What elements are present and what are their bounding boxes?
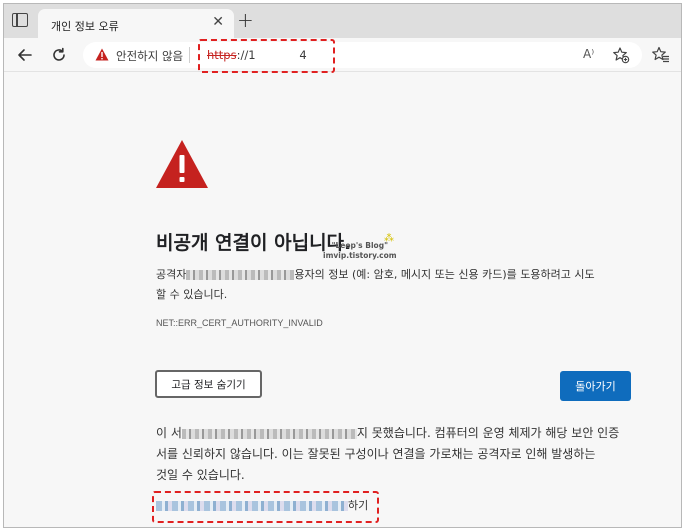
details-line2: 서를 신뢰하지 않습니다. 이는 잘못된 구성이나 연결을 가로채는 공격자로 … bbox=[156, 447, 596, 461]
details-prefix: 이 서 bbox=[156, 426, 182, 440]
new-tab-button[interactable]: + bbox=[237, 10, 254, 30]
warning-icon[interactable] bbox=[95, 48, 109, 61]
watermark: "Leop's Blog" imvip.tistory.com bbox=[323, 241, 397, 261]
favorites-icon[interactable] bbox=[652, 46, 670, 64]
insecure-label[interactable]: 안전하지 않음 bbox=[116, 48, 183, 64]
warning-icon bbox=[156, 140, 208, 188]
watermark-line2: imvip.tistory.com bbox=[323, 251, 397, 260]
advanced-button[interactable]: 고급 정보 숨기기 bbox=[155, 370, 262, 398]
blurred-host bbox=[181, 428, 357, 439]
error-code: NET::ERR_CERT_AUTHORITY_INVALID bbox=[156, 318, 323, 328]
address-bar[interactable]: 안전하지 않음 https://1 4 A⁾ bbox=[83, 42, 642, 68]
description: 공격자 용자의 정보 (예: 암호, 메시지 또는 신용 카드)를 도용하려고 시… bbox=[156, 265, 634, 305]
desc-prefix: 공격자 bbox=[156, 268, 187, 281]
error-page: 비공개 연결이 아닙니다. "Leop's Blog" imvip.tistor… bbox=[4, 73, 681, 527]
add-favorite-icon[interactable] bbox=[612, 46, 630, 64]
details-line3: 것일 수 있습니다. bbox=[156, 468, 245, 482]
back-arrow-icon bbox=[18, 49, 32, 61]
blurred-host bbox=[186, 270, 295, 280]
read-aloud-icon[interactable]: A⁾ bbox=[583, 47, 594, 61]
page-title: 비공개 연결이 아닙니다. bbox=[156, 232, 352, 254]
back-button[interactable] bbox=[14, 44, 36, 66]
details-text: 이 서 지 못했습니다. 컴퓨터의 운영 체제가 해당 보안 인증 서를 신뢰하지… bbox=[156, 423, 634, 486]
url-highlight bbox=[198, 39, 335, 73]
desc-middle: 용자의 정보 (예: 암호, 메시지 또는 신용 카드)를 도용하려고 시도 bbox=[294, 268, 595, 281]
refresh-button[interactable] bbox=[48, 44, 70, 66]
close-icon[interactable]: ✕ bbox=[212, 15, 224, 29]
details-middle: 지 못했습니다. 컴퓨터의 운영 체제가 해당 보안 인증 bbox=[356, 426, 620, 440]
address-separator bbox=[189, 47, 190, 63]
desc-line2: 할 수 있습니다. bbox=[156, 288, 228, 301]
tab-actions-icon[interactable] bbox=[12, 13, 28, 27]
sparkle-icon: ⁂ bbox=[384, 233, 394, 244]
proceed-highlight bbox=[152, 491, 379, 523]
refresh-icon bbox=[53, 47, 65, 61]
back-to-safety-button[interactable]: 돌아가기 bbox=[560, 371, 631, 401]
tab-strip: 개인 정보 오류 ✕ + bbox=[4, 4, 681, 38]
tab-privacy-error[interactable]: 개인 정보 오류 ✕ bbox=[38, 9, 234, 38]
browser-window: 개인 정보 오류 ✕ + 안전하지 않음 https://1 4 A⁾ 비공개 … bbox=[3, 3, 682, 528]
toolbar: 안전하지 않음 https://1 4 A⁾ bbox=[4, 38, 681, 72]
tab-title: 개인 정보 오류 bbox=[51, 20, 119, 33]
